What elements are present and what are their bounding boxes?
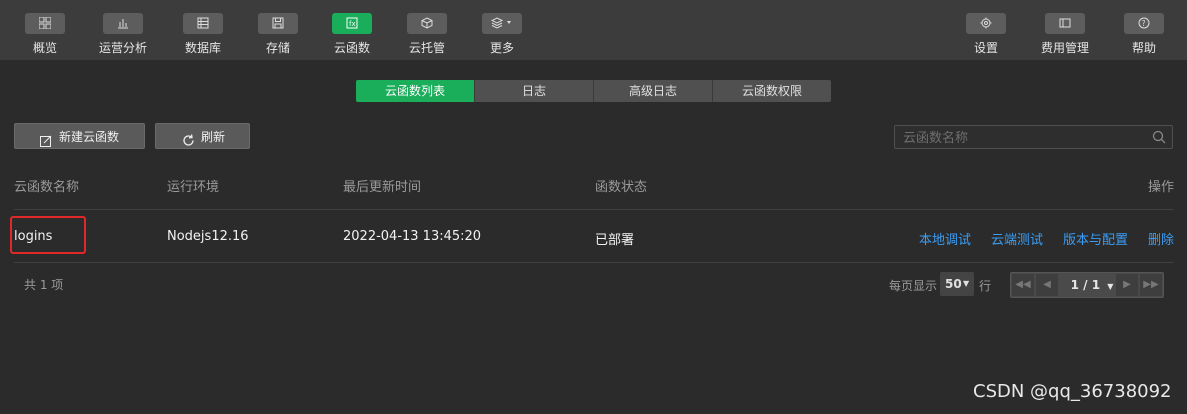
toolbar-label: 云函数 [333, 41, 370, 55]
toolbar-help[interactable]: ? 帮助 [1122, 0, 1166, 60]
function-tabs: 云函数列表 日志 高级日志 云函数权限 [356, 80, 831, 102]
per-page-label: 每页显示 [889, 279, 938, 293]
bar-chart-icon [103, 13, 143, 34]
function-updated-time: 2022-04-13 13:45:20 [343, 229, 482, 244]
toolbar-label: 运营分析 [98, 41, 147, 55]
toolbar-label: 设置 [973, 41, 998, 55]
row-divider [14, 262, 1174, 263]
first-page-icon[interactable]: ◀◀ [1012, 274, 1034, 296]
tab-advanced-logs[interactable]: 高级日志 [594, 80, 713, 102]
function-runtime: Nodejs12.16 [167, 229, 249, 244]
per-page-value: 50 [945, 277, 962, 291]
function-search [894, 125, 1173, 149]
toolbar-cloud-hosting[interactable]: 云托管 [405, 0, 449, 60]
header-divider [14, 209, 1174, 210]
cloud-test-link[interactable]: 云端测试 [991, 229, 1043, 248]
toolbar-database[interactable]: 数据库 [181, 0, 225, 60]
per-page-select[interactable]: 50 ▼ [940, 272, 974, 296]
tab-permissions[interactable]: 云函数权限 [713, 80, 831, 102]
total-count: 共 1 项 [24, 278, 64, 292]
chevron-down-icon: ▼ [963, 279, 970, 288]
top-toolbar: 概览 运营分析 数据库 存储 fx 云函数 云托管 更多 设置 费用管理 ? 帮… [0, 0, 1187, 60]
toolbar-label: 更多 [489, 41, 514, 55]
svg-text:?: ? [1142, 19, 1146, 28]
next-page-icon[interactable]: ▶ [1116, 274, 1138, 296]
last-page-icon[interactable]: ▶▶ [1140, 274, 1162, 296]
cube-icon [407, 13, 447, 34]
toolbar-cloud-function[interactable]: fx 云函数 [330, 0, 374, 60]
toolbar-more[interactable]: 更多 [480, 0, 524, 60]
toolbar-label: 帮助 [1131, 41, 1156, 55]
toolbar-settings[interactable]: 设置 [964, 0, 1008, 60]
toolbar-label: 云托管 [408, 41, 445, 55]
toolbar-label: 概览 [32, 41, 57, 55]
highlight-box [10, 216, 86, 254]
refresh-label: 刷新 [201, 130, 226, 144]
toolbar-label: 数据库 [184, 41, 221, 55]
new-function-button[interactable]: 新建云函数 [14, 123, 145, 149]
edit-icon [40, 130, 52, 156]
database-icon [183, 13, 223, 34]
column-header-runtime: 运行环境 [167, 180, 220, 195]
search-icon[interactable] [1152, 130, 1166, 148]
svg-text:fx: fx [349, 20, 356, 28]
save-icon [258, 13, 298, 34]
gear-icon [966, 13, 1006, 34]
pagination: ◀◀ ◀ 1 / 1 ▼ ▶ ▶▶ [1010, 272, 1164, 298]
layers-icon [482, 13, 522, 34]
watermark: CSDN @qq_36738092 [973, 381, 1172, 402]
tab-function-list[interactable]: 云函数列表 [356, 80, 475, 102]
grid-icon [25, 13, 65, 34]
chevron-down-icon: ▼ [1107, 282, 1114, 291]
refresh-button[interactable]: 刷新 [155, 123, 250, 149]
toolbar-label: 存储 [265, 41, 290, 55]
card-icon [1045, 13, 1085, 34]
refresh-icon [182, 130, 195, 156]
toolbar-label: 费用管理 [1040, 41, 1089, 55]
function-icon: fx [332, 13, 372, 34]
new-function-label: 新建云函数 [59, 130, 120, 144]
toolbar-analytics[interactable]: 运营分析 [98, 0, 148, 60]
prev-page-icon[interactable]: ◀ [1036, 274, 1058, 296]
search-input[interactable] [901, 128, 1145, 148]
help-icon: ? [1124, 13, 1164, 34]
version-config-link[interactable]: 版本与配置 [1063, 229, 1128, 248]
local-debug-link[interactable]: 本地调试 [919, 229, 971, 248]
page-indicator: 1 / 1 [1070, 278, 1101, 292]
column-header-actions: 操作 [1148, 180, 1175, 195]
column-header-name: 云函数名称 [14, 180, 80, 195]
page-select[interactable]: 1 / 1 ▼ [1067, 274, 1117, 296]
per-page-unit: 行 [979, 279, 992, 293]
delete-link[interactable]: 删除 [1148, 229, 1174, 248]
column-header-updated: 最后更新时间 [343, 180, 422, 195]
column-header-status: 函数状态 [595, 180, 648, 195]
function-status: 已部署 [595, 233, 635, 248]
toolbar-billing[interactable]: 费用管理 [1040, 0, 1090, 60]
toolbar-overview[interactable]: 概览 [23, 0, 67, 60]
tab-logs[interactable]: 日志 [475, 80, 594, 102]
toolbar-storage[interactable]: 存储 [256, 0, 300, 60]
